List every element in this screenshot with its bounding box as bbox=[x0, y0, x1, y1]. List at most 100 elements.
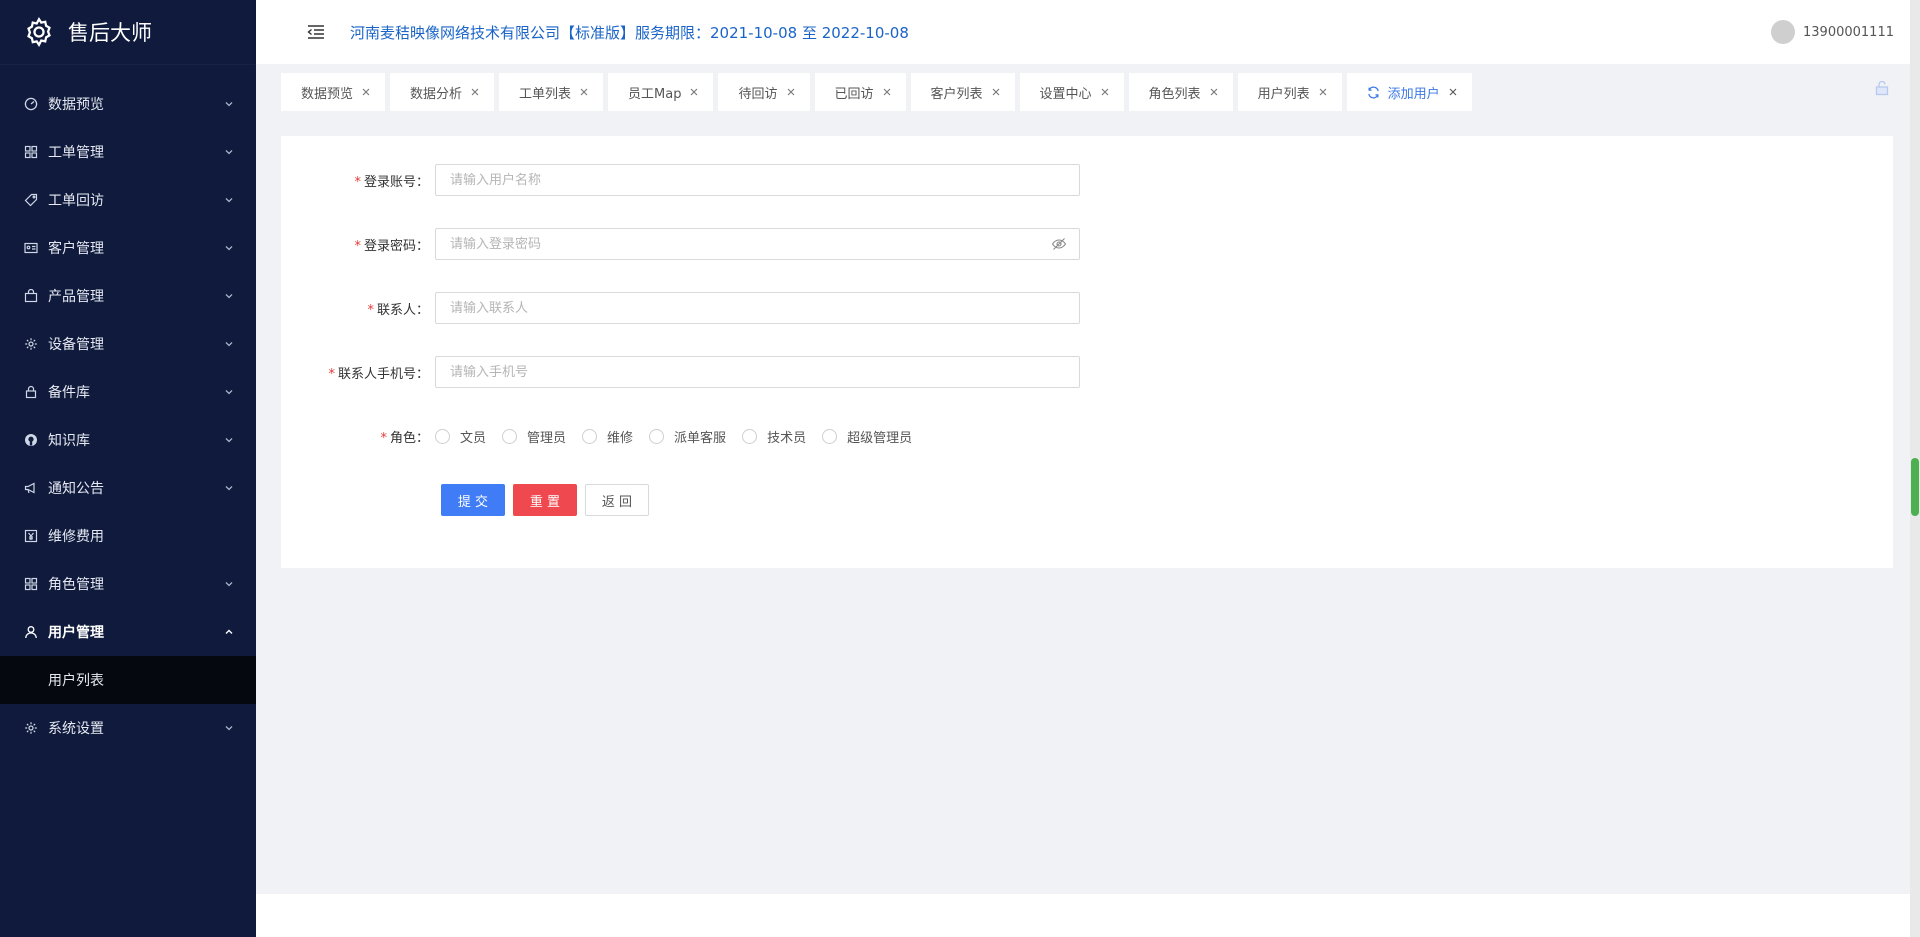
header: 河南麦秸映像网络技术有限公司【标准版】服务期限：2021-10-08 至 202… bbox=[256, 0, 1920, 64]
sidebar-item-users[interactable]: 用户管理 bbox=[0, 608, 256, 656]
required-mark: * bbox=[354, 174, 361, 190]
tab-data-preview[interactable]: 数据预览 bbox=[281, 73, 386, 111]
sidebar-item-knowledge-base[interactable]: 知识库 bbox=[0, 416, 256, 464]
sidebar-item-notices[interactable]: 通知公告 bbox=[0, 464, 256, 512]
chevron-down-icon bbox=[224, 387, 234, 397]
role-radio-super-admin[interactable]: 超级管理员 bbox=[822, 427, 912, 446]
account-label: * 登录账号： bbox=[354, 174, 429, 190]
gear-logo-icon bbox=[22, 15, 56, 49]
sidebar-item-devices[interactable]: 设备管理 bbox=[0, 320, 256, 368]
sidebar-item-work-order-visit[interactable]: 工单回访 bbox=[0, 176, 256, 224]
tab-label: 用户列表 bbox=[1257, 86, 1310, 102]
form-row-phone: * 联系人手机号： bbox=[281, 356, 1080, 388]
tab-add-user[interactable]: 添加用户 bbox=[1346, 73, 1472, 111]
close-icon[interactable] bbox=[882, 87, 892, 97]
tab-label: 已回访 bbox=[834, 86, 874, 102]
role-radio-repair[interactable]: 维修 bbox=[582, 427, 633, 446]
chevron-down-icon bbox=[224, 723, 234, 733]
account-input[interactable] bbox=[448, 166, 1067, 194]
sidebar-item-label: 客户管理 bbox=[48, 241, 104, 257]
password-input[interactable] bbox=[448, 230, 1051, 258]
tab-role-list[interactable]: 角色列表 bbox=[1128, 73, 1233, 111]
required-mark: * bbox=[328, 366, 335, 382]
chevron-down-icon bbox=[224, 243, 234, 253]
close-icon[interactable] bbox=[991, 87, 1001, 97]
chevron-down-icon bbox=[224, 435, 234, 445]
role-radio-group: 文员 管理员 维修 派单客服 技术员 超级管理员 bbox=[435, 427, 928, 446]
tab-label: 设置中心 bbox=[1039, 86, 1092, 102]
bag-icon bbox=[24, 289, 38, 303]
sidebar-item-customers[interactable]: 客户管理 bbox=[0, 224, 256, 272]
close-icon[interactable] bbox=[470, 87, 480, 97]
role-radio-clerk[interactable]: 文员 bbox=[435, 427, 486, 446]
reset-button[interactable]: 重 置 bbox=[513, 484, 577, 516]
tab-label: 数据预览 bbox=[301, 86, 354, 102]
contact-label: * 联系人： bbox=[367, 302, 429, 318]
close-icon[interactable] bbox=[361, 87, 371, 97]
brand[interactable]: 售后大师 bbox=[0, 0, 256, 64]
sidebar-item-data-preview[interactable]: 数据预览 bbox=[0, 80, 256, 128]
radio-circle[interactable] bbox=[582, 428, 598, 444]
radio-circle[interactable] bbox=[435, 428, 450, 444]
close-icon[interactable] bbox=[1100, 87, 1110, 97]
sidebar-item-work-orders[interactable]: 工单管理 bbox=[0, 128, 256, 176]
phone-input[interactable] bbox=[448, 358, 1067, 386]
sidebar: 售后大师 数据预览 工单管理 工单回访 客户管理 产品管理 设备管理 备件库 知… bbox=[0, 0, 256, 937]
chevron-down-icon bbox=[224, 291, 234, 301]
radio-circle[interactable] bbox=[822, 428, 838, 444]
sidebar-item-products[interactable]: 产品管理 bbox=[0, 272, 256, 320]
back-button[interactable]: 返 回 bbox=[585, 484, 649, 516]
tab-settings-center[interactable]: 设置中心 bbox=[1019, 73, 1124, 111]
sidebar-item-system-settings[interactable]: 系统设置 bbox=[0, 704, 256, 752]
sidebar-item-roles[interactable]: 角色管理 bbox=[0, 560, 256, 608]
tab-customer-list[interactable]: 客户列表 bbox=[910, 73, 1015, 111]
unlock-icon[interactable] bbox=[1874, 80, 1890, 96]
scrollbar-thumb[interactable] bbox=[1911, 458, 1919, 516]
sidebar-subitem-user-list[interactable]: 用户列表 bbox=[0, 656, 256, 704]
radio-circle[interactable] bbox=[649, 428, 665, 444]
sidebar-item-label: 用户管理 bbox=[48, 625, 104, 641]
password-input-wrapper bbox=[435, 228, 1080, 260]
role-radio-technician[interactable]: 技术员 bbox=[742, 427, 806, 446]
close-icon[interactable] bbox=[689, 87, 699, 97]
sidebar-item-label: 通知公告 bbox=[48, 481, 104, 497]
eye-invisible-icon[interactable] bbox=[1051, 236, 1067, 252]
gear-icon bbox=[24, 721, 38, 735]
grid-icon bbox=[24, 577, 38, 591]
page-scrollbar[interactable] bbox=[1910, 0, 1920, 937]
role-radio-admin[interactable]: 管理员 bbox=[502, 427, 566, 446]
tab-data-analysis[interactable]: 数据分析 bbox=[390, 73, 495, 111]
role-radio-dispatcher[interactable]: 派单客服 bbox=[649, 427, 726, 446]
refresh-icon[interactable] bbox=[1367, 86, 1380, 99]
form-row-contact: * 联系人： bbox=[281, 292, 1080, 324]
user-menu[interactable]: 13900001111 bbox=[1771, 0, 1894, 64]
radio-circle[interactable] bbox=[502, 428, 518, 444]
close-icon[interactable] bbox=[1318, 87, 1328, 97]
required-mark: * bbox=[367, 302, 374, 318]
sidebar-item-repair-fees[interactable]: 维修费用 bbox=[0, 512, 256, 560]
close-icon[interactable] bbox=[1209, 87, 1219, 97]
github-icon bbox=[24, 433, 38, 447]
radio-circle[interactable] bbox=[742, 428, 758, 444]
tab-user-list[interactable]: 用户列表 bbox=[1237, 73, 1342, 111]
sidebar-item-label: 工单回访 bbox=[48, 193, 104, 209]
contact-input[interactable] bbox=[448, 294, 1067, 322]
phone-label: * 联系人手机号： bbox=[328, 366, 429, 382]
footer-strip bbox=[256, 894, 1920, 937]
submit-button[interactable]: 提 交 bbox=[441, 484, 505, 516]
add-user-form: *登录账号： *登录密码： *联系人： *联系人手机号： bbox=[281, 136, 1893, 568]
grid-icon bbox=[24, 145, 38, 159]
tab-pending-visit[interactable]: 待回访 bbox=[718, 73, 810, 111]
close-icon[interactable] bbox=[579, 87, 589, 97]
close-icon[interactable] bbox=[1448, 87, 1458, 97]
tab-staff-map[interactable]: 员工Map bbox=[608, 73, 714, 111]
tab-visited[interactable]: 已回访 bbox=[814, 73, 906, 111]
company-service-info: 河南麦秸映像网络技术有限公司【标准版】服务期限：2021-10-08 至 202… bbox=[350, 23, 909, 42]
contact-input-wrapper bbox=[435, 292, 1080, 324]
menu-fold-icon[interactable] bbox=[302, 18, 330, 46]
sidebar-item-spare-parts[interactable]: 备件库 bbox=[0, 368, 256, 416]
tab-work-order-list[interactable]: 工单列表 bbox=[499, 73, 604, 111]
chevron-down-icon bbox=[224, 99, 234, 109]
close-icon[interactable] bbox=[786, 87, 796, 97]
sidebar-item-label: 系统设置 bbox=[48, 721, 104, 737]
